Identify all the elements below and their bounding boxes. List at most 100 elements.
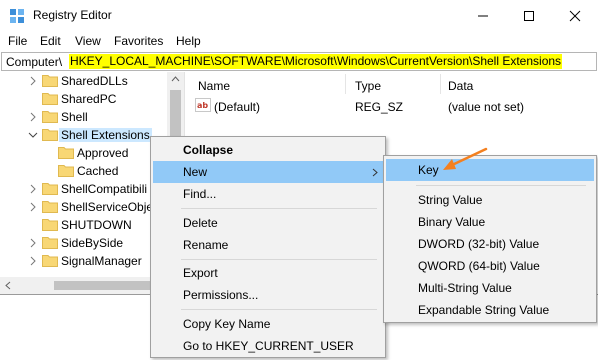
- menu-help[interactable]: Help: [176, 34, 201, 48]
- chevron-right-icon[interactable]: [28, 256, 38, 266]
- tree-item-shellserviceobjects[interactable]: ShellServiceObje: [0, 198, 167, 216]
- close-button[interactable]: [552, 0, 598, 32]
- address-bar[interactable]: Computer\ HKEY_LOCAL_MACHINE\SOFTWARE\Mi…: [1, 52, 597, 71]
- string-value-icon: ab: [195, 98, 211, 112]
- submenu-item-qword-value[interactable]: QWORD (64-bit) Value: [386, 255, 594, 277]
- submenu-item-dword-value[interactable]: DWORD (32-bit) Value: [386, 233, 594, 255]
- menu-item-copy-key-name[interactable]: Copy Key Name: [153, 313, 383, 335]
- tree-item-sharedpc[interactable]: SharedPC: [0, 90, 167, 108]
- menu-item-permissions[interactable]: Permissions...: [153, 284, 383, 306]
- menu-item-find[interactable]: Find...: [153, 183, 383, 205]
- submenu-item-label: String Value: [418, 193, 483, 207]
- menu-item-collapse[interactable]: Collapse: [153, 139, 383, 161]
- tree-item-cached[interactable]: Cached: [0, 162, 167, 180]
- tree-item-label: Approved: [77, 146, 129, 160]
- folder-icon: [42, 201, 58, 213]
- maximize-icon: [524, 11, 534, 21]
- menu-item-label: Find...: [183, 187, 217, 201]
- submenu-item-label: Key: [418, 163, 439, 177]
- menu-edit[interactable]: Edit: [40, 34, 61, 48]
- menu-item-goto-hkcu[interactable]: Go to HKEY_CURRENT_USER: [153, 335, 383, 357]
- minimize-icon: [478, 15, 488, 17]
- tree-item-sidebyside[interactable]: SideBySide: [0, 234, 167, 252]
- menu-item-label: Rename: [183, 238, 229, 252]
- chevron-right-icon[interactable]: [28, 238, 38, 248]
- folder-icon: [42, 255, 58, 267]
- menu-favorites[interactable]: Favorites: [114, 34, 163, 48]
- annotation-arrow-icon: [443, 147, 488, 170]
- menu-bar: File Edit View Favorites Help: [0, 32, 598, 50]
- tree-item-shutdown[interactable]: SHUTDOWN: [0, 216, 167, 234]
- value-data: (value not set): [448, 100, 525, 114]
- menu-separator: [181, 309, 377, 310]
- folder-icon: [58, 147, 74, 159]
- tree-item-shell[interactable]: Shell: [0, 108, 167, 126]
- tree-item-signalmanager[interactable]: SignalManager: [0, 252, 167, 270]
- scroll-up-icon[interactable]: [171, 76, 180, 82]
- folder-icon: [42, 237, 58, 249]
- window-title: Registry Editor: [33, 8, 112, 22]
- tree-item-label: SHUTDOWN: [61, 218, 132, 232]
- title-bar[interactable]: Registry Editor: [0, 0, 598, 32]
- svg-text:ab: ab: [197, 101, 208, 110]
- chevron-right-icon[interactable]: [28, 112, 38, 122]
- menu-separator: [181, 259, 377, 260]
- chevron-right-icon[interactable]: [28, 76, 38, 86]
- scroll-left-icon[interactable]: [5, 281, 11, 290]
- tree-item-label: ShellServiceObje: [61, 200, 154, 214]
- address-path: HKEY_LOCAL_MACHINE\SOFTWARE\Microsoft\Wi…: [69, 54, 563, 69]
- menu-view[interactable]: View: [75, 34, 101, 48]
- tree-item-label: Cached: [77, 164, 119, 178]
- submenu-item-multi-string-value[interactable]: Multi-String Value: [386, 277, 594, 299]
- menu-item-export[interactable]: Export: [153, 262, 383, 284]
- submenu-item-binary-value[interactable]: Binary Value: [386, 211, 594, 233]
- address-prefix: Computer\: [6, 55, 63, 69]
- menu-item-delete[interactable]: Delete: [153, 212, 383, 234]
- folder-icon: [42, 111, 58, 123]
- minimize-button[interactable]: [460, 0, 506, 32]
- tree-item-approved[interactable]: Approved: [0, 144, 167, 162]
- submenu-item-label: DWORD (32-bit) Value: [418, 237, 540, 251]
- submenu-item-key[interactable]: Key: [386, 159, 594, 181]
- chevron-down-icon[interactable]: [28, 130, 38, 140]
- folder-icon: [42, 93, 58, 105]
- maximize-button[interactable]: [506, 0, 552, 32]
- tree-item-shareddlls[interactable]: SharedDLLs: [0, 72, 167, 90]
- menu-item-label: Go to HKEY_CURRENT_USER: [183, 339, 354, 353]
- menu-item-rename[interactable]: Rename: [153, 234, 383, 256]
- menu-item-label: Export: [183, 266, 218, 280]
- menu-item-label: Collapse: [183, 143, 234, 157]
- tree-hscroll-thumb[interactable]: [54, 281, 154, 290]
- menu-item-label: Delete: [183, 216, 218, 230]
- value-name: (Default): [214, 100, 261, 114]
- tree-item-shell-extensions[interactable]: Shell Extensions: [0, 126, 167, 144]
- chevron-right-icon[interactable]: [28, 202, 38, 212]
- tree-item-label: SideBySide: [61, 236, 124, 250]
- menu-item-label: Copy Key Name: [183, 317, 271, 331]
- folder-icon: [42, 183, 58, 195]
- context-menu: Collapse New Find... Delete Rename Expor…: [150, 136, 386, 358]
- column-divider[interactable]: [440, 74, 441, 94]
- close-icon: [569, 10, 581, 22]
- menu-separator: [181, 208, 377, 209]
- column-header-type[interactable]: Type: [355, 79, 381, 93]
- folder-icon: [42, 219, 58, 231]
- chevron-right-icon[interactable]: [28, 184, 38, 194]
- tree-item-shellcompatibility[interactable]: ShellCompatibili: [0, 180, 167, 198]
- folder-icon: [42, 75, 58, 87]
- submenu-item-label: QWORD (64-bit) Value: [418, 259, 540, 273]
- submenu-item-string-value[interactable]: String Value: [386, 189, 594, 211]
- registry-editor-icon: [10, 9, 24, 23]
- tree-item-label: SharedDLLs: [61, 74, 128, 88]
- menu-item-new[interactable]: New: [153, 161, 383, 183]
- submenu-item-label: Binary Value: [418, 215, 486, 229]
- tree-item-label: SharedPC: [61, 92, 117, 106]
- column-divider[interactable]: [345, 74, 346, 94]
- folder-open-icon: [42, 129, 58, 141]
- column-header-data[interactable]: Data: [448, 79, 473, 93]
- menu-file[interactable]: File: [8, 34, 27, 48]
- tree-item-label: Shell: [61, 110, 88, 124]
- column-header-name[interactable]: Name: [198, 79, 230, 93]
- menu-item-label: New: [183, 165, 208, 179]
- submenu-item-expandable-string-value[interactable]: Expandable String Value: [386, 299, 594, 321]
